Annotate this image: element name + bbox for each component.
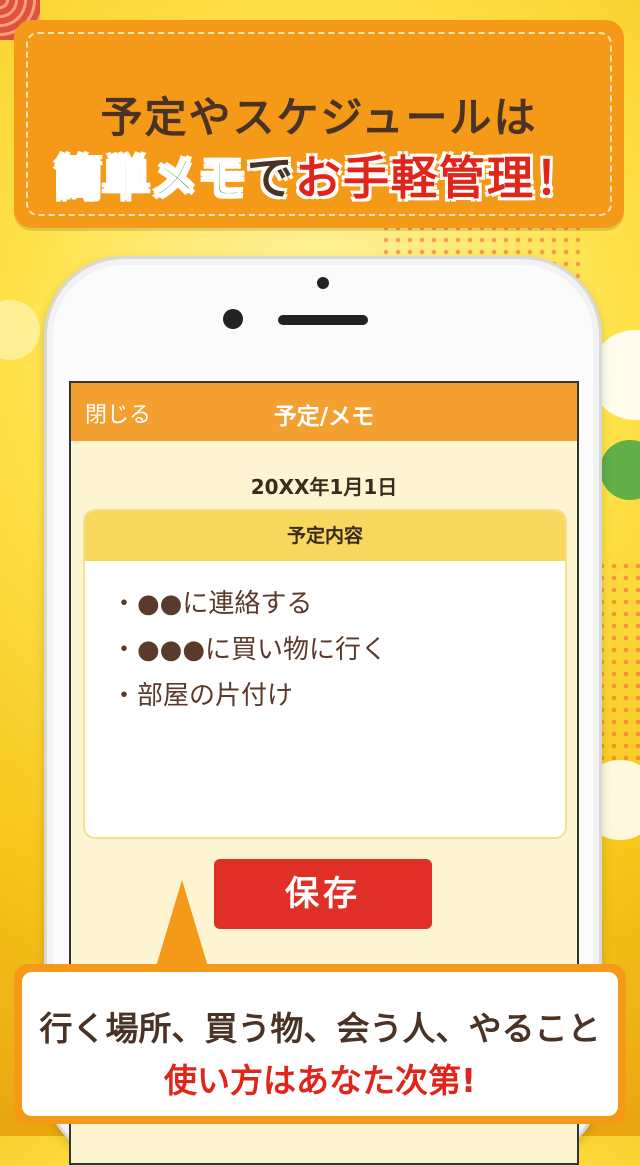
save-button[interactable]: 保存 — [214, 859, 432, 929]
nav-bar: 閉じる 予定/メモ — [71, 383, 577, 441]
caption-line1: 行く場所、買う物、会う人、やること — [39, 1009, 601, 1048]
phone-sensor — [317, 277, 329, 289]
flower-decoration-left — [0, 300, 40, 360]
memo-section-title: 予定内容 — [85, 511, 565, 561]
headline-red-text: お手軽管理！ — [295, 151, 583, 205]
caption-line2: 使い方はあなた次第! — [163, 1061, 477, 1100]
phone-camera — [223, 309, 243, 329]
leaf-decoration — [600, 440, 640, 500]
memo-date: 20XX年1月1日 — [250, 475, 398, 499]
memo-card[interactable]: 予定内容 ・●●に連絡する ・●●●に買い物に行く ・部屋の片付け — [83, 509, 567, 839]
headline-green-text: 簡単メモ — [54, 150, 247, 206]
headline-banner: 予定やスケジュールは 簡単メモでお手軽管理！ — [14, 20, 624, 228]
caption-box: 行く場所、買う物、会う人、やること 使い方はあなた次第! — [22, 972, 618, 1116]
memo-item[interactable]: ・●●●に買い物に行く — [111, 627, 565, 673]
headline-line2: 簡単メモでお手軽管理！ — [14, 142, 624, 208]
nav-title: 予定/メモ — [273, 404, 375, 430]
headline-line1: 予定やスケジュールは — [100, 93, 538, 142]
memo-item[interactable]: ・部屋の片付け — [111, 673, 565, 719]
caption-banner: 行く場所、買う物、会う人、やること 使い方はあなた次第! — [14, 964, 626, 1124]
phone-speaker — [278, 315, 368, 325]
headline-dark-text: で — [247, 151, 295, 205]
memo-list[interactable]: ・●●に連絡する ・●●●に買い物に行く ・部屋の片付け — [85, 561, 565, 719]
memo-item[interactable]: ・●●に連絡する — [111, 581, 565, 627]
